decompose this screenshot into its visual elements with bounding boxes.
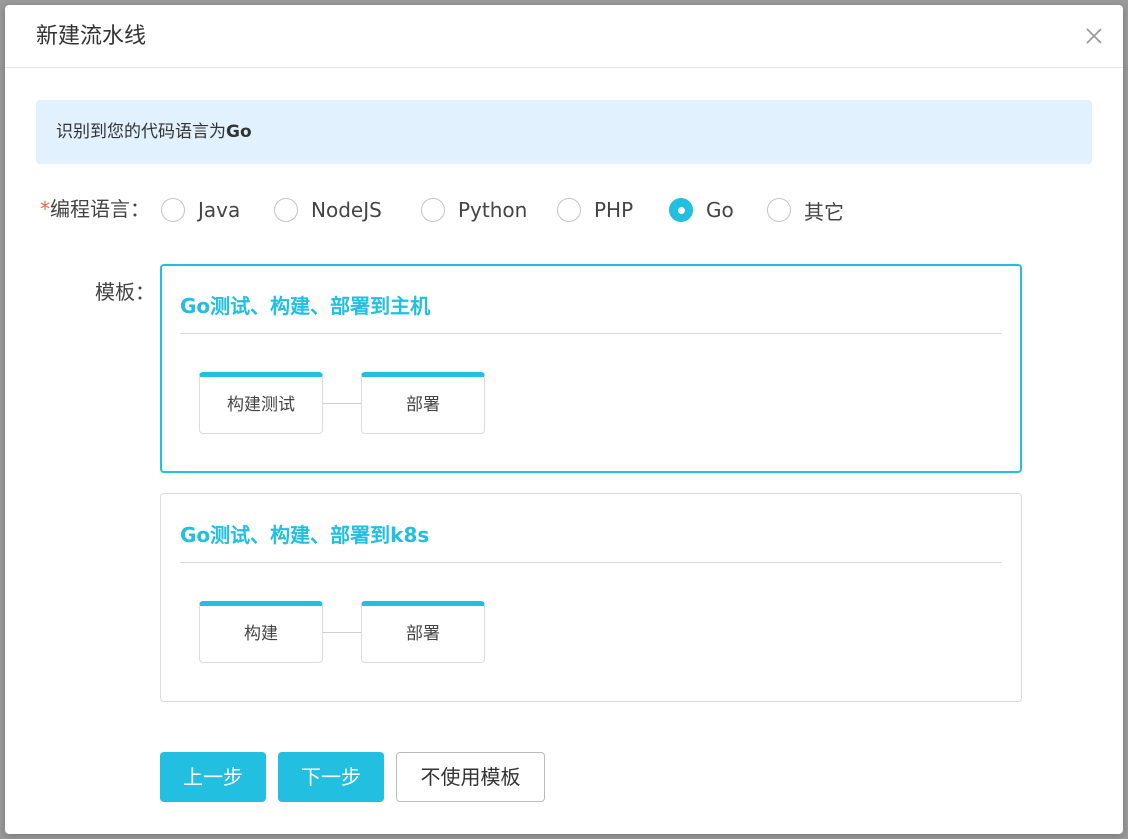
- template-card-k8s[interactable]: Go测试、构建、部署到k8s 构建 部署: [160, 493, 1022, 702]
- template-label: 模板：: [95, 280, 155, 304]
- stage-name: 构建: [244, 624, 278, 644]
- language-label-text: 编程语言：: [50, 197, 150, 221]
- radio-label: Go: [706, 198, 734, 222]
- stage-connector: [323, 403, 361, 404]
- template-title: Go测试、构建、部署到主机: [180, 294, 431, 318]
- radio-php[interactable]: PHP: [557, 197, 633, 223]
- radio-label: NodeJS: [311, 198, 382, 222]
- language-label: *编程语言：: [40, 195, 150, 223]
- radio-circle-checked[interactable]: [669, 198, 693, 222]
- template-divider: [180, 333, 1002, 334]
- stage-card: 构建测试: [199, 372, 323, 434]
- radio-label: PHP: [594, 198, 634, 222]
- radio-go[interactable]: Go: [669, 197, 734, 223]
- stage-name: 构建测试: [227, 395, 295, 415]
- alert-language: Go: [226, 122, 252, 142]
- radio-nodejs[interactable]: NodeJS: [274, 197, 382, 223]
- no-template-button[interactable]: 不使用模板: [396, 752, 545, 802]
- stage-card: 部署: [361, 372, 485, 434]
- new-pipeline-dialog: 新建流水线 识别到您的代码语言为Go *编程语言： Java NodeJS Py…: [5, 5, 1123, 834]
- stage-name: 部署: [406, 395, 440, 415]
- template-divider: [180, 562, 1002, 563]
- language-field: *编程语言： Java NodeJS Python PHP Go 其它: [36, 195, 1036, 225]
- prev-step-button[interactable]: 上一步: [160, 752, 266, 802]
- radio-circle[interactable]: [274, 198, 298, 222]
- radio-other[interactable]: 其它: [767, 197, 844, 224]
- required-mark: *: [40, 197, 50, 221]
- radio-java[interactable]: Java: [161, 197, 240, 223]
- radio-circle[interactable]: [557, 198, 581, 222]
- radio-circle[interactable]: [767, 198, 791, 222]
- stage-name: 部署: [406, 624, 440, 644]
- alert-message: 识别到您的代码语言为Go: [56, 121, 252, 143]
- template-title: Go测试、构建、部署到k8s: [180, 523, 430, 547]
- dialog-header: 新建流水线: [5, 5, 1123, 68]
- alert-prefix: 识别到您的代码语言为: [56, 122, 226, 142]
- language-detected-alert: 识别到您的代码语言为Go: [36, 100, 1092, 164]
- stage-card: 构建: [199, 601, 323, 663]
- radio-circle[interactable]: [421, 198, 445, 222]
- radio-label: Python: [458, 198, 528, 222]
- stage-card: 部署: [361, 601, 485, 663]
- template-card-host[interactable]: Go测试、构建、部署到主机 构建测试 部署: [160, 264, 1022, 473]
- dialog-title: 新建流水线: [36, 24, 147, 49]
- stage-connector: [323, 632, 361, 633]
- close-icon[interactable]: [1083, 25, 1105, 47]
- radio-label: Java: [198, 198, 241, 222]
- radio-circle[interactable]: [161, 198, 185, 222]
- radio-label: 其它: [804, 199, 844, 224]
- radio-python[interactable]: Python: [421, 197, 527, 223]
- next-step-button[interactable]: 下一步: [278, 752, 384, 802]
